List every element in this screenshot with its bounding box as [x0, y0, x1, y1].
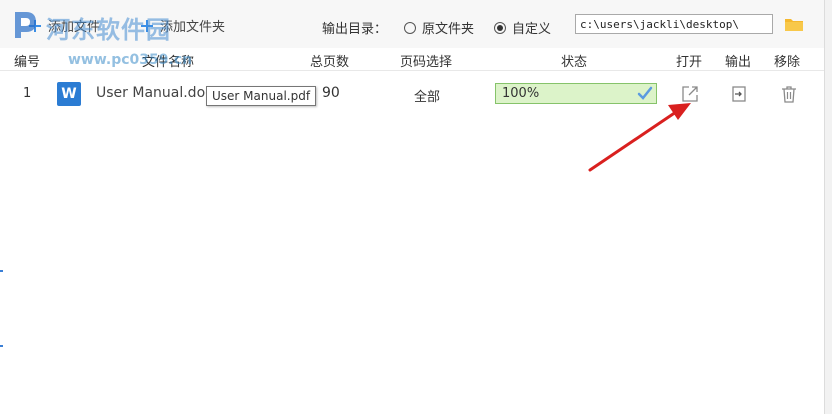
output-dir-label: 输出目录： — [322, 22, 388, 37]
header-name: 文件名称 — [142, 55, 195, 70]
add-file-button[interactable]: 添加文件 — [28, 16, 100, 35]
row-num: 1 — [23, 86, 32, 101]
header-pages: 总页数 — [310, 55, 350, 70]
plus-icon — [140, 19, 154, 33]
progress-bar: 100% — [495, 83, 657, 104]
header-export: 输出 — [725, 55, 752, 70]
file-tooltip: User Manual.pdf — [206, 86, 317, 106]
trash-icon[interactable] — [779, 84, 799, 104]
external-link-icon[interactable] — [680, 84, 700, 104]
table-header: 编号 文件名称 总页数 页码选择 状态 打开 输出 移除 — [0, 48, 824, 71]
radio-custom-label: 自定义 — [512, 22, 552, 37]
word-file-icon: W — [57, 82, 81, 106]
edge-marker — [0, 345, 3, 347]
progress-text: 100% — [502, 86, 540, 101]
radio-custom-folder[interactable]: 自定义 — [494, 18, 551, 37]
add-folder-label: 添加文件夹 — [160, 20, 226, 35]
header-range: 页码选择 — [400, 55, 453, 70]
check-icon — [637, 85, 653, 101]
radio-source-folder[interactable]: 原文件夹 — [404, 18, 474, 37]
plus-icon — [28, 19, 42, 33]
radio-source-label: 原文件夹 — [422, 22, 475, 37]
add-folder-button[interactable]: 添加文件夹 — [140, 16, 225, 35]
window-edge — [824, 0, 832, 414]
folder-icon[interactable] — [784, 16, 804, 32]
output-path-input[interactable] — [575, 14, 773, 34]
table-row[interactable]: 1 W User Manual.doc 90 全部 — [0, 74, 824, 116]
radio-circle — [404, 21, 416, 34]
header-remove: 移除 — [774, 55, 801, 70]
row-file-name: User Manual.doc — [96, 85, 213, 101]
header-num: 编号 — [14, 55, 41, 70]
radio-circle-checked — [494, 21, 506, 34]
arrow-shaft — [588, 110, 678, 172]
row-pages: 90 — [322, 85, 340, 101]
edge-marker — [0, 270, 3, 272]
header-status: 状态 — [561, 55, 588, 70]
header-open: 打开 — [676, 55, 703, 70]
toolbar: 添加文件 添加文件夹 输出目录： 原文件夹 自定义 — [0, 0, 824, 49]
row-range[interactable]: 全部 — [414, 86, 440, 105]
export-icon[interactable] — [729, 84, 749, 104]
add-file-label: 添加文件 — [48, 20, 101, 35]
